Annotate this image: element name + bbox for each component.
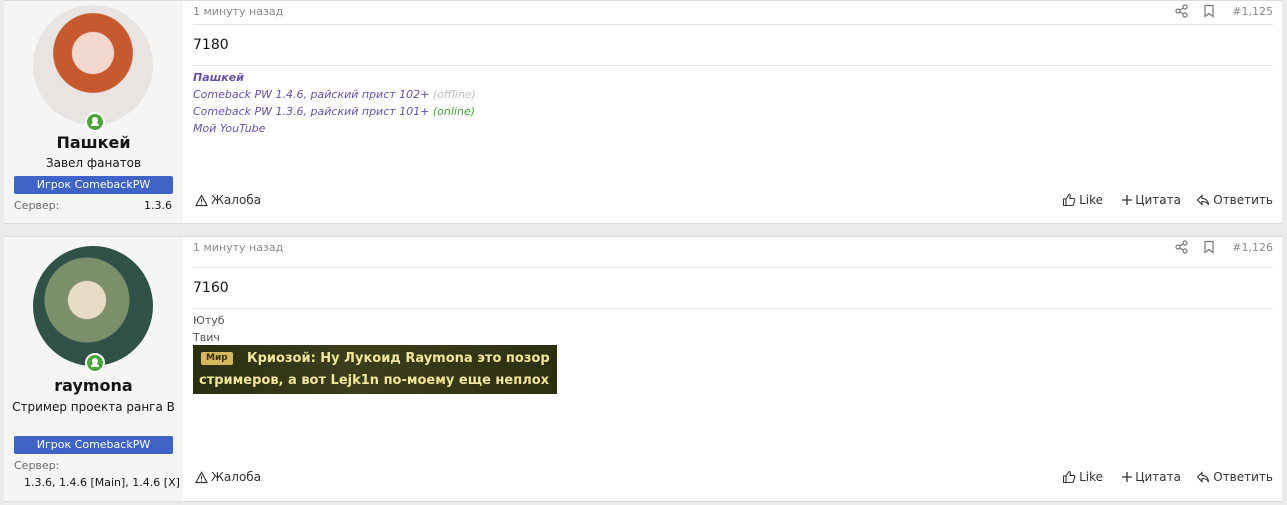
post-number[interactable]: #1,125 [1232,5,1273,18]
like-button[interactable]: Like [1062,193,1103,207]
like-label: Like [1079,470,1103,484]
post-1126: raymona Стример проекта ранга B Игрок Co… [4,236,1282,502]
report-label: Жалоба [211,193,262,207]
server-label: Сервер: [14,459,60,472]
reply-button[interactable]: Ответить [1196,193,1273,207]
user-banner: Игрок ComebackPW [14,436,173,454]
post-main: 1 минуту назад #1,125 7180 Пашкей Comeba… [193,1,1273,223]
chat-tag: Мир [201,352,233,365]
avatar[interactable] [33,246,153,366]
signature-line: Comeback PW 1.3.6, райский прист 101+ (o… [193,103,476,120]
user-title: Завел фанатов [45,156,142,170]
post-content: 7160 [193,280,229,296]
online-status-icon [85,112,105,132]
quote-button[interactable]: Цитата [1122,470,1181,484]
quote-label: Цитата [1135,470,1181,484]
reply-label: Ответить [1213,193,1273,207]
reply-icon [1196,194,1210,206]
online-status: (online) [432,105,476,118]
signature-name: Пашкей [193,71,244,84]
divider [193,65,1273,66]
thumbs-up-icon [1063,193,1076,207]
like-button[interactable]: Like [1062,470,1103,484]
signature: Ютуб Твич [193,312,225,346]
divider [193,308,1273,309]
user-info: Пашкей Завел фанатов Игрок ComebackPW Се… [4,1,183,223]
post-1125: Пашкей Завел фанатов Игрок ComebackPW Се… [4,0,1282,224]
offline-status: (offline) [432,88,476,101]
user-info: raymona Стример проекта ранга B Игрок Co… [4,237,183,501]
quote-button[interactable]: Цитата [1122,193,1181,207]
server-value: 1.3.6 [144,199,172,212]
youtube-link[interactable]: Ютуб [193,312,225,329]
username[interactable]: raymona [4,376,183,395]
divider [193,267,1273,268]
signature-image: Мир Криозой: Ну Лукоид Raymona это позор… [193,345,557,394]
reply-icon [1196,471,1210,483]
username[interactable]: Пашкей [4,133,183,152]
reply-label: Ответить [1213,470,1273,484]
bookmark-icon[interactable] [1202,4,1216,18]
warning-icon [195,193,208,206]
thumbs-up-icon [1063,470,1076,484]
chat-line: стримеров, а вот Lejk1n по-моему еще неп… [199,373,550,388]
plus-icon [1122,195,1133,205]
post-main: 1 минуту назад #1,126 7160 Ютуб Твич Мир… [193,237,1273,501]
avatar[interactable] [33,5,153,125]
reply-button[interactable]: Ответить [1196,470,1273,484]
youtube-link[interactable]: Мой YouTube [193,120,476,137]
warning-icon [195,470,208,483]
report-button[interactable]: Жалоба [195,470,261,484]
post-number[interactable]: #1,126 [1232,241,1273,254]
signature-line-text: Comeback PW 1.3.6, райский прист 101+ [193,105,430,118]
server-value: 1.3.6, 1.4.6 [Main], 1.4.6 [X] [24,476,180,489]
signature: Пашкей Comeback PW 1.4.6, райский прист … [193,69,476,137]
post-time[interactable]: 1 минуту назад [193,241,283,254]
signature-line: Comeback PW 1.4.6, райский прист 102+ (o… [193,86,476,103]
twitch-link[interactable]: Твич [193,329,225,346]
user-title: Стример проекта ранга B [12,400,175,414]
post-content: 7180 [193,37,229,53]
report-label: Жалоба [211,470,262,484]
divider [193,24,1273,25]
post-time[interactable]: 1 минуту назад [193,5,283,18]
online-status-icon [85,353,105,373]
share-icon[interactable] [1175,240,1189,254]
user-banner: Игрок ComebackPW [14,176,173,194]
report-button[interactable]: Жалоба [195,193,261,207]
plus-icon [1122,472,1133,482]
chat-line: Криозой: Ну Лукоид Raymona это позор [247,351,550,366]
server-label: Сервер: [14,199,60,212]
like-label: Like [1079,193,1103,207]
signature-line-text: Comeback PW 1.4.6, райский прист 102+ [193,88,430,101]
quote-label: Цитата [1135,193,1181,207]
bookmark-icon[interactable] [1202,240,1216,254]
share-icon[interactable] [1175,4,1189,18]
